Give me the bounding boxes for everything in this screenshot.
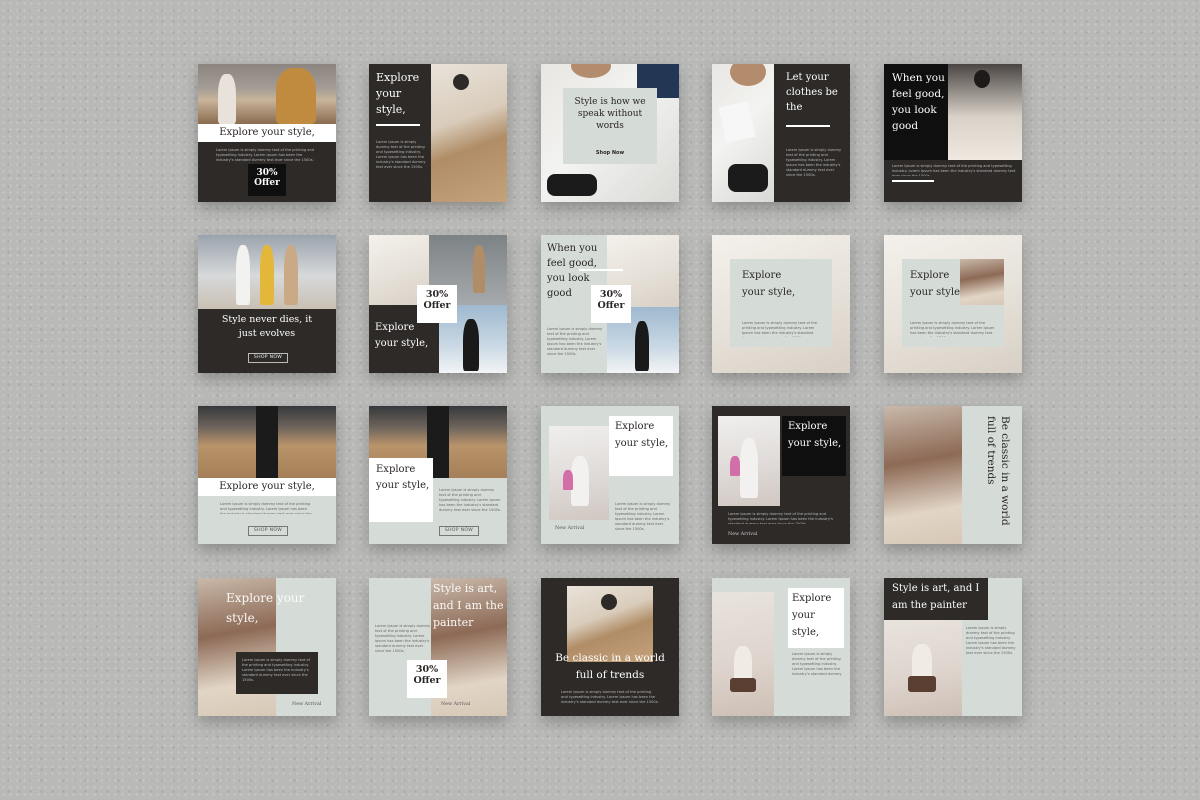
template-card-10[interactable]: Explore your style, Lorem Ipsum is simpl…: [884, 235, 1022, 373]
body-text: Lorem Ipsum is simply dummy text of the …: [892, 164, 1016, 176]
new-arrival-tag: New Arrival: [728, 532, 758, 537]
body-text: Lorem Ipsum is simply dummy text of the …: [216, 148, 315, 162]
template-card-3[interactable]: Style is how we speak without words Shop…: [541, 64, 679, 202]
text-panel: Style is how we speak without words Shop…: [563, 88, 657, 164]
hat-icon: [571, 64, 611, 78]
headline: Explore your style,: [788, 421, 842, 449]
headline: Explore your style,: [910, 270, 964, 298]
offer-label: Offer: [423, 299, 451, 311]
headline: Be classic in a world full of trends: [555, 652, 665, 681]
photo-street-women: [198, 64, 336, 124]
offer-label: Offer: [254, 178, 280, 189]
template-card-15[interactable]: Be classic in a world full of trends: [884, 406, 1022, 544]
headline-vertical: Be classic in a world full of trends: [985, 416, 1011, 526]
headline: Explore your style,: [376, 71, 420, 116]
template-card-14[interactable]: Explore your style, Lorem Ipsum is simpl…: [712, 406, 850, 544]
photo-brown-top: [884, 406, 962, 544]
template-card-9[interactable]: Explore your style, Lorem Ipsum is simpl…: [712, 235, 850, 373]
template-card-8[interactable]: When you feel good, you look good Lorem …: [541, 235, 679, 373]
headline: When you feel good, you look good: [892, 72, 945, 132]
headline: Style is how we speak without words: [574, 97, 646, 131]
photo-woman-pink: [718, 416, 780, 506]
text-panel: Explore your style, Lorem Ipsum is simpl…: [730, 259, 832, 347]
body-text: Lorem Ipsum is simply dummy text of the …: [439, 488, 501, 512]
offer-label: Offer: [597, 299, 625, 311]
photo-woman-portrait: [948, 64, 1022, 160]
body-text: Lorem Ipsum is simply dummy text of the …: [220, 502, 312, 514]
body-text: Lorem Ipsum is simply dummy text of the …: [728, 512, 833, 524]
headline: Explore your style,: [376, 464, 430, 491]
accent-bar: [579, 269, 623, 271]
headline: Explore your style,: [198, 124, 336, 142]
body-text: Lorem Ipsum is simply dummy text of the …: [786, 148, 842, 176]
template-card-18[interactable]: Be classic in a world full of trends Lor…: [541, 578, 679, 716]
template-card-11[interactable]: Explore your style, Lorem Ipsum is simpl…: [198, 406, 336, 544]
headline: Let your clothes be the: [786, 72, 838, 113]
new-arrival-tag: New Arrival: [292, 702, 322, 707]
template-card-20[interactable]: Style is art, and I am the painter Lorem…: [884, 578, 1022, 716]
shop-now-button[interactable]: SHOP NOW: [248, 353, 288, 363]
accent-bar: [786, 125, 830, 127]
new-arrival-tag: New Arrival: [555, 526, 585, 531]
body-text: Lorem Ipsum is simply dummy text of the …: [792, 652, 842, 676]
template-card-19[interactable]: Explore your style, Lorem Ipsum is simpl…: [712, 578, 850, 716]
photo-trench-coat: [431, 64, 507, 202]
photo-woman-chair: [884, 620, 962, 716]
headline: Style is art, and I am the painter: [433, 582, 504, 629]
shop-now-link[interactable]: Shop Now: [563, 150, 657, 156]
new-arrival-tag: New Arrival: [441, 702, 471, 707]
template-card-4[interactable]: Let your clothes be the Lorem Ipsum is s…: [712, 64, 850, 202]
body-text: Lorem Ipsum is simply dummy text of the …: [375, 624, 431, 652]
body-text: Lorem Ipsum is simply dummy text of the …: [910, 321, 995, 337]
offer-badge[interactable]: 30% Offer: [407, 660, 447, 698]
accent-bar: [376, 124, 420, 126]
offer-label: Offer: [413, 674, 441, 686]
photo-trench-coat: [198, 406, 336, 478]
template-card-17[interactable]: Style is art, and I am the painter Lorem…: [369, 578, 507, 716]
offer-percent: 30%: [256, 168, 278, 178]
photo-woman-pink: [549, 426, 609, 520]
template-card-1[interactable]: Explore your style, Lorem Ipsum is simpl…: [198, 64, 336, 202]
body-text: Lorem Ipsum is simply dummy text of the …: [561, 690, 659, 704]
offer-badge[interactable]: 30% Offer: [417, 285, 457, 323]
headline: Explore your style,: [742, 270, 796, 298]
headline: Explore your style,: [792, 593, 832, 638]
offer-badge[interactable]: 30% Offer: [248, 164, 286, 196]
photo-woman-chair: [712, 592, 774, 716]
headline: Explore your style,: [615, 421, 669, 449]
body-text: Lorem Ipsum is simply dummy text of the …: [966, 626, 1016, 655]
headline: Explore your style,: [375, 322, 429, 349]
headline: Be classic in a world full of trends: [968, 416, 1016, 540]
template-card-16[interactable]: Explore your style, Lorem Ipsum is simpl…: [198, 578, 336, 716]
photo-group-women: [198, 235, 336, 309]
boots-image: [547, 174, 597, 196]
headline: Explore your style,: [198, 478, 336, 496]
headline: Explore your style,: [226, 591, 305, 625]
photo-inset: [960, 259, 1004, 305]
template-card-12[interactable]: Explore your style, Lorem Ipsum is simpl…: [369, 406, 507, 544]
template-card-6[interactable]: Style never dies, it just evolves SHOP N…: [198, 235, 336, 373]
body-text: Lorem Ipsum is simply dummy text of the …: [742, 321, 818, 337]
template-card-2[interactable]: Explore your style, Lorem Ipsum is simpl…: [369, 64, 507, 202]
offer-badge[interactable]: 30% Offer: [591, 285, 631, 323]
body-text: Lorem Ipsum is simply dummy text of the …: [615, 502, 671, 530]
body-text: Lorem Ipsum is simply dummy text of the …: [376, 140, 426, 168]
accent-bar: [892, 180, 934, 182]
text-panel: Explore your style, Lorem Ipsum is simpl…: [902, 259, 1004, 347]
shop-now-button[interactable]: SHOP NOW: [439, 526, 479, 536]
photo-flatlay: [712, 64, 774, 202]
body-text: Lorem Ipsum is simply dummy text of the …: [547, 327, 603, 355]
template-card-7[interactable]: Explore your style, 30% Offer: [369, 235, 507, 373]
shop-now-button[interactable]: SHOP NOW: [248, 526, 288, 536]
template-card-5[interactable]: When you feel good, you look good Lorem …: [884, 64, 1022, 202]
body-text: Lorem Ipsum is simply dummy text of the …: [242, 658, 310, 682]
template-card-13[interactable]: Explore your style, Lorem Ipsum is simpl…: [541, 406, 679, 544]
headline: Style is art, and I am the painter: [892, 583, 980, 611]
headline: Style never dies, it just evolves: [221, 314, 313, 339]
